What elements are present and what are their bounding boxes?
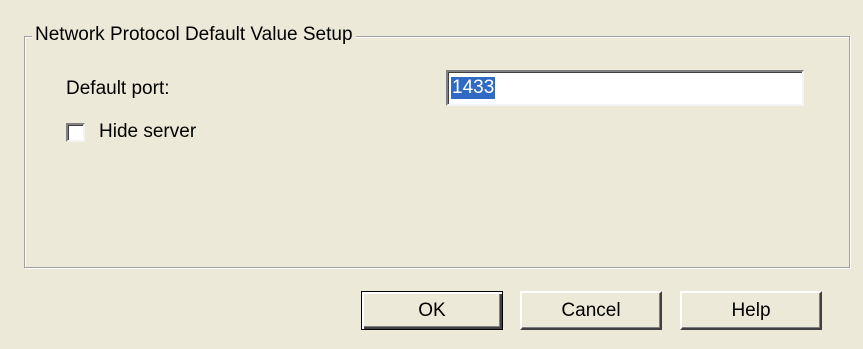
- ok-button[interactable]: OK: [361, 291, 503, 330]
- hide-server-checkbox-row[interactable]: Hide server: [66, 121, 196, 143]
- default-port-input[interactable]: 1433: [446, 70, 804, 106]
- dialog: Network Protocol Default Value Setup Def…: [0, 0, 863, 349]
- default-port-value: 1433: [451, 77, 496, 99]
- hide-server-checkbox[interactable]: [66, 122, 85, 142]
- default-port-label: Default port:: [66, 78, 170, 99]
- hide-server-label[interactable]: Hide server: [99, 121, 196, 143]
- cancel-button[interactable]: Cancel: [520, 291, 662, 330]
- groupbox-title: Network Protocol Default Value Setup: [32, 24, 356, 46]
- help-button[interactable]: Help: [680, 291, 822, 330]
